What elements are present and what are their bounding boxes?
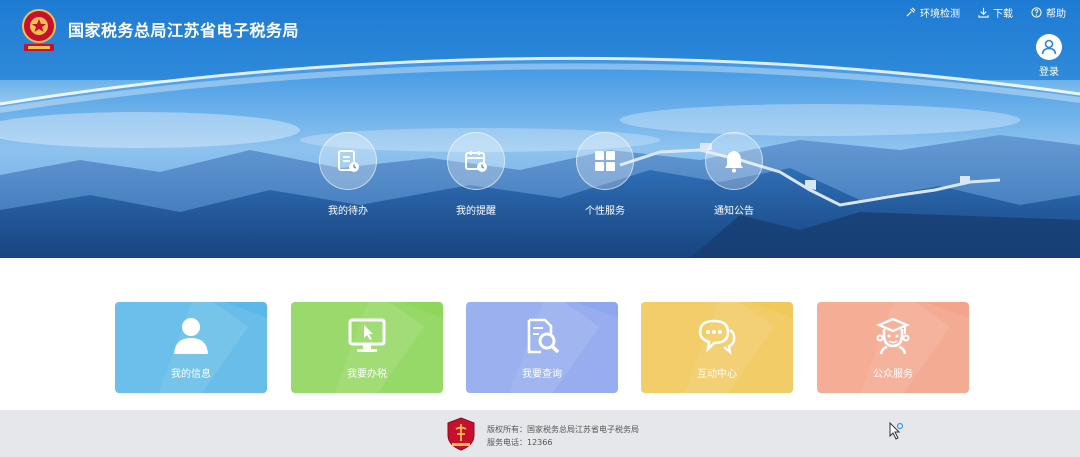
search-doc-icon	[527, 318, 560, 354]
help-label: 帮助	[1046, 9, 1066, 20]
quick-link-label: 通知公告	[714, 206, 754, 217]
site-badge-icon[interactable]	[447, 417, 475, 451]
card-label: 我要查询	[522, 369, 562, 380]
service-phone: 服务电话：12366	[487, 438, 553, 447]
card-label: 我的信息	[171, 369, 211, 380]
card-label: 我要办税	[347, 369, 387, 380]
grid-apps-icon	[595, 151, 615, 171]
brand[interactable]: 国家税务总局江苏省电子税务局	[18, 8, 299, 54]
main-service-area: 我的信息 我要办税 我要查询 互动中心 公众服务	[0, 258, 1080, 410]
calendar-reminder-icon	[465, 151, 487, 172]
help-link[interactable]: 帮助	[1031, 5, 1066, 20]
help-icon	[1031, 7, 1042, 18]
top-toolbar: 环境检测 下载 帮助	[905, 5, 1066, 20]
test-icon	[906, 7, 916, 17]
card-query[interactable]: 我要查询	[466, 302, 618, 393]
card-label: 互动中心	[697, 369, 737, 380]
hero-banner: 国家税务总局江苏省电子税务局 环境检测 下载 帮助 登录 我的待办 我的提醒 个…	[0, 0, 1080, 258]
quick-link-circle	[319, 132, 377, 190]
login-button[interactable]: 登录	[1036, 34, 1062, 78]
copyright-text: 版权所有：国家税务总局江苏省电子税务局	[487, 425, 639, 434]
todo-doc-icon	[338, 150, 359, 172]
env-test-link[interactable]: 环境检测	[905, 5, 960, 20]
quick-link-reminder[interactable]: 我的提醒	[436, 132, 516, 217]
service-person-icon	[875, 317, 911, 355]
quick-link-circle	[447, 132, 505, 190]
quick-link-personal-service[interactable]: 个性服务	[565, 132, 645, 217]
site-title: 国家税务总局江苏省电子税务局	[68, 21, 300, 40]
download-link[interactable]: 下载	[978, 5, 1013, 20]
user-icon	[174, 318, 208, 354]
card-tax-handling[interactable]: 我要办税	[291, 302, 443, 393]
bell-icon	[725, 151, 743, 173]
card-my-info[interactable]: 我的信息	[115, 302, 267, 393]
quick-link-label: 我的提醒	[456, 206, 496, 217]
quick-link-todo[interactable]: 我的待办	[308, 132, 388, 217]
quick-link-circle	[705, 132, 763, 190]
monitor-icon	[348, 318, 386, 352]
card-public-service[interactable]: 公众服务	[817, 302, 969, 393]
download-label: 下载	[993, 9, 1013, 20]
download-icon	[978, 7, 989, 18]
card-interaction-center[interactable]: 互动中心	[641, 302, 793, 393]
login-label: 登录	[1039, 67, 1059, 78]
footer: 版权所有：国家税务总局江苏省电子税务局 服务电话：12366	[0, 410, 1080, 457]
chat-icon	[698, 319, 736, 355]
quick-link-label: 个性服务	[585, 206, 625, 217]
env-test-label: 环境检测	[920, 9, 960, 20]
avatar	[1036, 34, 1062, 60]
tax-emblem-icon	[22, 9, 56, 51]
mouse-cursor-icon	[889, 422, 903, 440]
footer-text: 版权所有：国家税务总局江苏省电子税务局 服务电话：12366	[487, 423, 639, 449]
quick-link-notice[interactable]: 通知公告	[694, 132, 774, 217]
user-avatar-icon	[1041, 39, 1057, 55]
quick-link-label: 我的待办	[328, 206, 368, 217]
card-label: 公众服务	[873, 369, 913, 380]
quick-link-circle	[576, 132, 634, 190]
